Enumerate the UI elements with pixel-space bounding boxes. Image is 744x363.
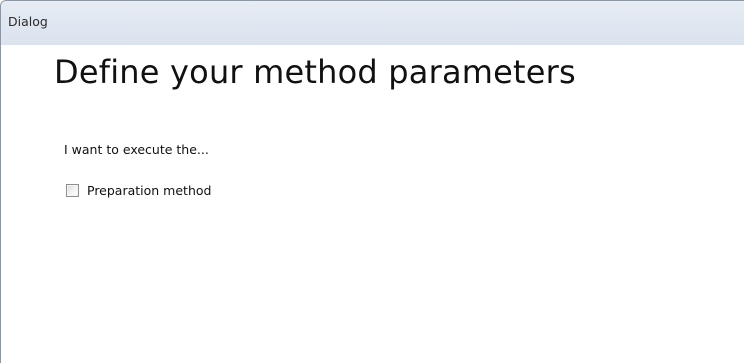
dialog-window: Dialog Define your method parameters I w… <box>0 0 744 363</box>
preparation-method-option[interactable]: Preparation method <box>66 182 211 198</box>
execute-prompt: I want to execute the... <box>64 142 209 157</box>
title-bar[interactable]: Dialog <box>1 1 744 45</box>
page-heading: Define your method parameters <box>54 53 576 91</box>
dialog-content <box>1 45 744 363</box>
preparation-method-label[interactable]: Preparation method <box>87 183 211 198</box>
window-title: Dialog <box>8 14 48 29</box>
preparation-method-checkbox[interactable] <box>66 183 79 197</box>
